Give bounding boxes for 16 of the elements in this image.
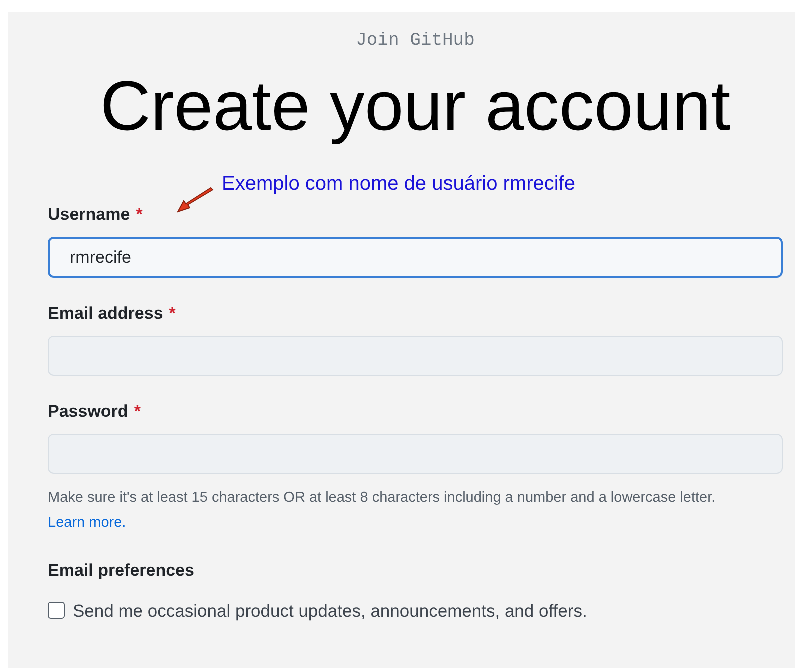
password-hint: Make sure it's at least 15 characters OR at least 8 characters including a number and a lowercase letter. Learn more.: [48, 489, 717, 533]
required-mark: *: [136, 204, 143, 226]
annotation-text: Exemplo com nome de usuário rmrecife: [222, 172, 576, 197]
input-field[interactable]: [48, 434, 783, 474]
checkbox-label: Send me occasional product updates, announcements, and offers.: [73, 600, 588, 623]
learn-more-link[interactable]: Learn more.: [48, 515, 126, 531]
required-mark: *: [169, 302, 176, 324]
page-subtitle: Join GitHub: [355, 30, 476, 53]
input-field[interactable]: [48, 336, 783, 376]
input-field[interactable]: rmrecife: [48, 237, 783, 278]
field-label: Email address: [48, 302, 164, 324]
field-label: Username: [48, 204, 130, 226]
section-heading: Email preferences: [48, 560, 196, 582]
checkbox[interactable]: [48, 602, 65, 620]
required-mark: *: [134, 400, 141, 422]
field-label: Password: [48, 400, 128, 422]
